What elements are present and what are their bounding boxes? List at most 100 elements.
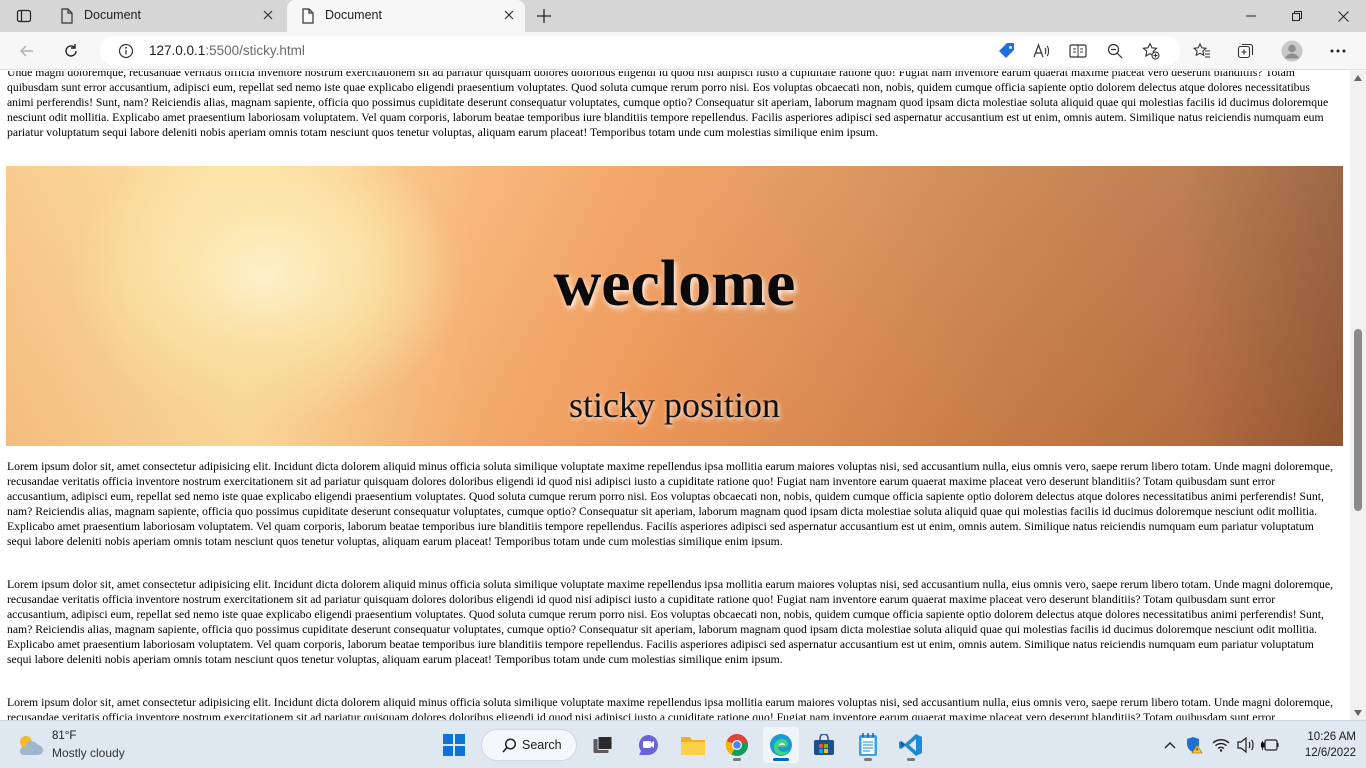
edge-icon xyxy=(770,734,792,756)
chrome-button[interactable] xyxy=(719,727,755,763)
paragraph: Unde magni doloremque, recusandae verita… xyxy=(7,71,1329,140)
close-window-button[interactable] xyxy=(1320,0,1366,32)
read-aloud-icon xyxy=(1033,43,1050,58)
plus-icon xyxy=(537,9,551,23)
more-icon xyxy=(1330,49,1346,53)
url-path: :5500/sticky.html xyxy=(205,43,305,58)
avatar xyxy=(1281,40,1303,62)
address-bar[interactable]: 127.0.0.1:5500/sticky.html xyxy=(100,36,1180,66)
network-tray-button[interactable] xyxy=(1211,735,1231,755)
zoom-out-button[interactable] xyxy=(1103,39,1127,63)
tag-icon xyxy=(999,43,1014,58)
running-indicator xyxy=(733,758,741,761)
running-indicator xyxy=(907,758,915,761)
volume-tray-button[interactable] xyxy=(1236,735,1256,755)
weather-condition: Mostly cloudy xyxy=(52,746,125,760)
immersive-reader-icon xyxy=(1069,44,1087,58)
close-icon xyxy=(263,10,273,20)
notepad-icon xyxy=(859,733,877,756)
chevron-up-icon xyxy=(1164,742,1176,749)
search-icon xyxy=(502,738,517,758)
paragraph: Lorem ipsum dolor sit, amet consectetur … xyxy=(7,578,1334,667)
restore-button[interactable] xyxy=(1274,0,1320,32)
shield-warning-icon xyxy=(1187,737,1203,754)
shopping-tag-button[interactable] xyxy=(995,39,1019,63)
running-indicator xyxy=(864,758,872,761)
read-aloud-button[interactable] xyxy=(1030,39,1054,63)
folder-icon xyxy=(681,737,705,755)
taskbar-clock[interactable]: 10:26 AM 12/6/2022 xyxy=(1290,729,1356,761)
start-button[interactable] xyxy=(436,727,472,763)
taskbar: 81°F Mostly cloudy Search 10:26 AM 12/6/… xyxy=(0,720,1366,768)
profile-button[interactable] xyxy=(1278,37,1306,65)
battery-charging-icon xyxy=(1261,739,1279,751)
hero-title: weclome xyxy=(553,247,796,320)
settings-more-button[interactable] xyxy=(1324,37,1352,65)
minimize-icon xyxy=(1246,15,1256,17)
tab-document-1[interactable]: Document xyxy=(46,0,284,32)
battery-tray-button[interactable] xyxy=(1260,735,1280,755)
speaker-icon xyxy=(1237,737,1254,753)
tab-document-2[interactable]: Document xyxy=(287,0,525,32)
clock-date: 12/6/2022 xyxy=(1304,747,1356,759)
store-icon xyxy=(814,734,834,755)
refresh-icon xyxy=(65,44,77,57)
chat-button[interactable] xyxy=(630,727,666,763)
triangle-down-icon xyxy=(1354,710,1362,716)
minimize-button[interactable] xyxy=(1228,0,1274,32)
new-tab-button[interactable] xyxy=(532,4,556,28)
vertical-scrollbar[interactable] xyxy=(1350,71,1366,720)
add-favorite-button[interactable] xyxy=(1139,39,1163,63)
chrome-icon xyxy=(725,734,748,756)
vscode-icon xyxy=(899,734,922,756)
info-icon[interactable] xyxy=(118,43,134,64)
store-button[interactable] xyxy=(806,727,842,763)
security-tray-button[interactable] xyxy=(1184,735,1204,755)
notepad-button[interactable] xyxy=(850,727,886,763)
clock-time: 10:26 AM xyxy=(1307,731,1356,743)
task-view-button[interactable] xyxy=(585,727,621,763)
scrollbar-thumb[interactable] xyxy=(1354,329,1362,511)
tab-actions-button[interactable] xyxy=(8,4,40,28)
favorites-button[interactable] xyxy=(1188,37,1216,65)
collections-icon xyxy=(1237,43,1254,59)
url-text[interactable]: 127.0.0.1:5500/sticky.html xyxy=(149,43,305,58)
hero-subtitle: sticky position xyxy=(568,385,780,425)
tab-title: Document xyxy=(84,8,141,22)
taskbar-search[interactable]: Search xyxy=(481,729,577,761)
tab-actions-icon xyxy=(16,9,32,23)
page-viewport: Unde magni doloremque, recusandae verita… xyxy=(0,71,1350,720)
star-plus-icon xyxy=(1142,42,1160,60)
weather-widget[interactable]: 81°F Mostly cloudy xyxy=(16,729,166,763)
weather-temp: 81°F xyxy=(52,730,77,742)
file-explorer-button[interactable] xyxy=(675,727,711,763)
vscode-button[interactable] xyxy=(893,727,929,763)
edge-button[interactable] xyxy=(763,727,799,763)
url-host: 127.0.0.1 xyxy=(149,43,206,58)
sticky-hero-banner: weclome sticky position xyxy=(6,166,1343,446)
document-icon xyxy=(301,8,315,27)
triangle-up-icon xyxy=(1354,75,1362,81)
back-button[interactable] xyxy=(13,37,41,65)
document-icon xyxy=(60,8,74,27)
restore-icon xyxy=(1292,11,1302,21)
paragraph: Lorem ipsum dolor sit, amet consectetur … xyxy=(7,460,1334,549)
immersive-reader-button[interactable] xyxy=(1066,39,1090,63)
windows-icon xyxy=(443,734,465,756)
running-indicator xyxy=(773,758,789,761)
refresh-button[interactable] xyxy=(57,37,85,65)
scroll-down-button[interactable] xyxy=(1350,706,1366,720)
cloudy-weather-icon xyxy=(19,736,43,755)
task-view-icon xyxy=(593,736,613,753)
teams-chat-icon xyxy=(638,735,658,755)
close-tab-button[interactable] xyxy=(501,7,517,23)
close-tab-button[interactable] xyxy=(260,7,276,23)
collections-button[interactable] xyxy=(1232,37,1260,65)
favorites-icon xyxy=(1193,42,1210,58)
scroll-up-button[interactable] xyxy=(1350,71,1366,85)
search-label: Search xyxy=(522,738,562,752)
close-icon xyxy=(504,10,514,20)
show-hidden-icons-button[interactable] xyxy=(1160,735,1180,755)
paragraph: Lorem ipsum dolor sit, amet consectetur … xyxy=(7,696,1334,720)
arrow-left-icon xyxy=(20,45,33,57)
